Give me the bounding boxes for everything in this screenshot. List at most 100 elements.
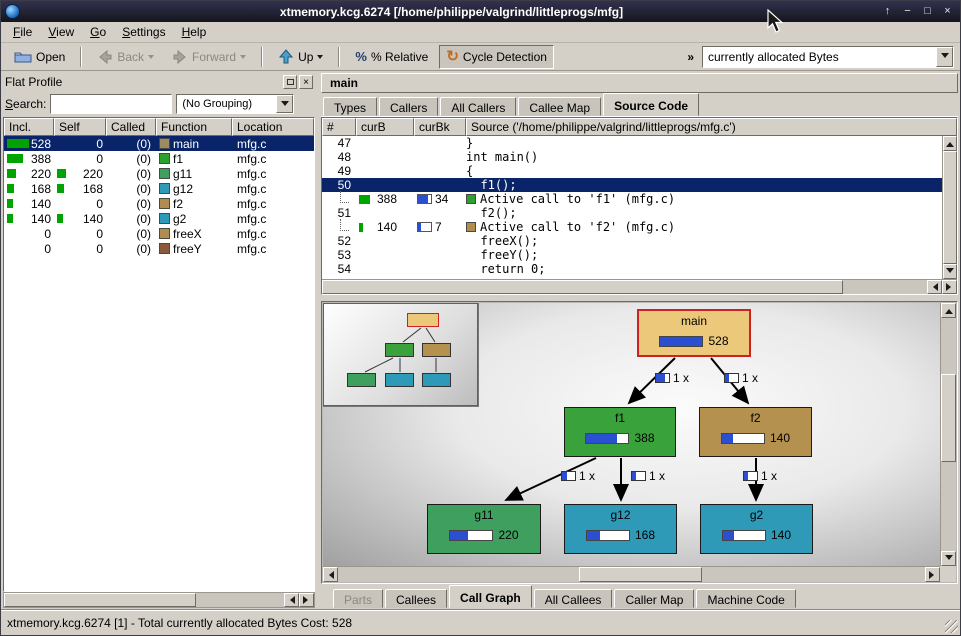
up-button[interactable]: Up: [271, 45, 330, 69]
menu-view[interactable]: View: [40, 23, 82, 41]
source-vscrollbar[interactable]: [942, 136, 957, 279]
tab-source-code[interactable]: Source Code: [603, 93, 699, 116]
graph-node-f2[interactable]: f2 140: [699, 407, 812, 457]
table-row[interactable]: 140 0 (0) f2 mfg.c: [4, 196, 314, 211]
tab-all-callees[interactable]: All Callees: [534, 589, 613, 608]
source-call-annotation[interactable]: 388 34 Active call to 'f1' (mfg.c): [322, 192, 942, 206]
source-line-selected[interactable]: 50 f1();: [322, 178, 942, 192]
graph-node-g12[interactable]: g12 168: [564, 504, 677, 554]
close-button[interactable]: ×: [939, 4, 956, 19]
tab-types[interactable]: Types: [323, 97, 377, 116]
scroll-right-button[interactable]: [942, 280, 957, 294]
scrollbar-thumb[interactable]: [943, 151, 957, 264]
graph-hscrollbar[interactable]: [323, 566, 940, 582]
scroll-right-button[interactable]: [299, 593, 314, 607]
source-line[interactable]: 53 freeY();: [322, 248, 942, 262]
grouping-select[interactable]: (No Grouping): [176, 94, 294, 114]
scrollbar-thumb[interactable]: [4, 593, 196, 607]
tab-caller-map[interactable]: Caller Map: [614, 589, 694, 608]
forward-dropdown-icon[interactable]: [240, 55, 246, 62]
forward-button[interactable]: Forward: [165, 45, 253, 69]
open-button[interactable]: Open: [7, 45, 72, 69]
minimap-node-g11: [347, 373, 376, 387]
column-header-curbk[interactable]: curBk: [414, 118, 466, 136]
table-row[interactable]: 140 140 (0) g2 mfg.c: [4, 211, 314, 226]
back-button[interactable]: Back: [90, 45, 161, 69]
dock-header[interactable]: Flat Profile ×: [3, 73, 315, 91]
tab-callee-map[interactable]: Callee Map: [518, 97, 601, 116]
graph-node-g2[interactable]: g2 140: [700, 504, 813, 554]
dock-close-button[interactable]: ×: [299, 75, 313, 89]
tab-parts[interactable]: Parts: [333, 589, 383, 608]
column-header-self[interactable]: Self: [54, 118, 106, 136]
combo-arrow-button[interactable]: [276, 95, 293, 113]
tab-all-callers[interactable]: All Callers: [440, 97, 516, 116]
graph-overview-minimap[interactable]: [323, 303, 479, 407]
source-line[interactable]: 49{: [322, 164, 942, 178]
scroll-down-button[interactable]: [941, 551, 956, 566]
scrollbar-thumb[interactable]: [322, 280, 843, 294]
table-row[interactable]: 0 0 (0) freeX mfg.c: [4, 226, 314, 241]
tab-callees[interactable]: Callees: [385, 589, 447, 608]
graph-node-main[interactable]: main 528: [637, 309, 751, 357]
column-header-location[interactable]: Location: [232, 118, 314, 136]
menu-file[interactable]: File: [5, 23, 40, 41]
resize-grip[interactable]: [945, 620, 958, 633]
scrollbar-thumb[interactable]: [579, 567, 702, 582]
cycle-detection-toggle-button[interactable]: ↻ Cycle Detection: [439, 45, 554, 69]
source-call-annotation[interactable]: 140 7 Active call to 'f2' (mfg.c): [322, 220, 942, 234]
menu-help[interactable]: Help: [174, 23, 215, 41]
source-line[interactable]: 47}: [322, 136, 942, 150]
source-hscrollbar[interactable]: [322, 279, 957, 294]
tab-call-graph[interactable]: Call Graph: [449, 585, 532, 608]
table-row[interactable]: 220 220 (0) g11 mfg.c: [4, 166, 314, 181]
scroll-up-button[interactable]: [943, 136, 957, 151]
graph-vscrollbar[interactable]: [940, 303, 956, 566]
maximize-button[interactable]: □: [919, 4, 936, 19]
table-row[interactable]: 388 0 (0) f1 mfg.c: [4, 151, 314, 166]
column-header-incl[interactable]: Incl.: [4, 118, 54, 136]
graph-node-f1[interactable]: f1 388: [564, 407, 676, 457]
column-header-source[interactable]: Source ('/home/philippe/valgrind/littlep…: [466, 118, 957, 136]
menu-go[interactable]: Go: [82, 23, 114, 41]
tab-callers[interactable]: Callers: [379, 97, 438, 116]
source-line[interactable]: 52 freeX();: [322, 234, 942, 248]
scroll-up-button[interactable]: [941, 303, 956, 318]
scrollbar-track[interactable]: [941, 318, 956, 551]
source-line[interactable]: 48int main(): [322, 150, 942, 164]
dock-float-button[interactable]: [283, 75, 297, 89]
shade-button[interactable]: ↑: [879, 4, 896, 19]
scroll-down-button[interactable]: [943, 264, 957, 279]
table-row[interactable]: 528 0 (0) main mfg.c: [4, 136, 314, 151]
source-text: {: [466, 164, 942, 178]
source-line[interactable]: 54 return 0;: [322, 262, 942, 276]
scroll-right-button[interactable]: [925, 567, 940, 582]
combo-arrow-button[interactable]: [936, 47, 953, 67]
graph-node-g11[interactable]: g11 220: [427, 504, 541, 554]
scrollbar-thumb[interactable]: [941, 374, 956, 463]
back-dropdown-icon[interactable]: [148, 55, 154, 62]
column-header-line[interactable]: #: [322, 118, 356, 136]
column-header-called[interactable]: Called: [106, 118, 156, 136]
event-type-select[interactable]: currently allocated Bytes: [702, 46, 954, 68]
function-color-icon: [159, 138, 170, 149]
tab-machine-code[interactable]: Machine Code: [696, 589, 795, 608]
scroll-left-button[interactable]: [284, 593, 299, 607]
minimize-button[interactable]: −: [899, 4, 916, 19]
up-dropdown-icon[interactable]: [317, 55, 323, 62]
search-input[interactable]: [50, 94, 172, 114]
scroll-left-button[interactable]: [323, 567, 338, 582]
menu-settings[interactable]: Settings: [114, 23, 173, 41]
flat-profile-hscrollbar[interactable]: [3, 592, 315, 608]
relative-toggle-button[interactable]: % % Relative: [348, 45, 435, 69]
scroll-left-button[interactable]: [927, 280, 942, 294]
table-row[interactable]: 0 0 (0) freeY mfg.c: [4, 241, 314, 256]
titlebar[interactable]: xtmemory.kcg.6274 [/home/philippe/valgri…: [1, 1, 960, 22]
graph-canvas[interactable]: main 528 f1 388 f2 140 g11 220: [323, 303, 940, 566]
table-row[interactable]: 168 168 (0) g12 mfg.c: [4, 181, 314, 196]
column-header-curb[interactable]: curB: [356, 118, 414, 136]
toolbar-overflow-chevron[interactable]: »: [683, 50, 698, 64]
column-header-function[interactable]: Function: [156, 118, 232, 136]
source-line[interactable]: 51 f2();: [322, 206, 942, 220]
scrollbar-track[interactable]: [338, 567, 925, 582]
